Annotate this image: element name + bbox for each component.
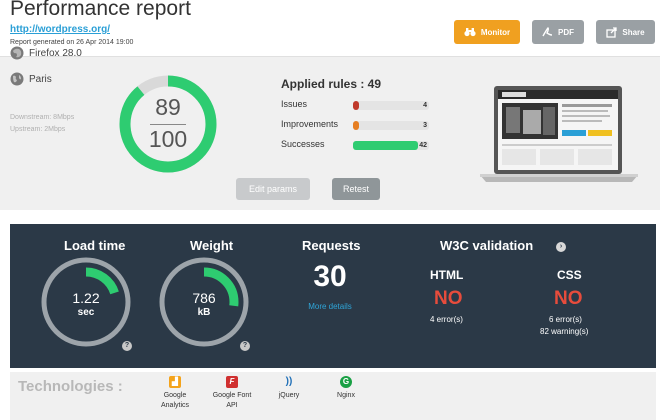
rule-row-improvements[interactable]: Improvements 3 — [281, 118, 431, 132]
pdf-icon — [542, 26, 553, 36]
load-time-value: 1.22 — [72, 290, 100, 306]
rule-label: Successes — [281, 139, 325, 149]
w3c-info-icon[interactable]: › — [556, 242, 566, 252]
jquery-icon: )) — [285, 376, 293, 387]
tech-name-line1: Google Font — [212, 392, 252, 399]
google-analytics-icon: ▟ — [169, 376, 181, 388]
load-time-title: Load time — [64, 238, 126, 253]
more-details-link[interactable]: More details — [300, 302, 360, 311]
monitor-button-label: Monitor — [480, 27, 511, 37]
html-error-count: 4 error(s) — [430, 315, 463, 324]
pdf-button-label: PDF — [558, 27, 574, 37]
score-divider — [150, 124, 186, 125]
rule-label: Improvements — [281, 119, 339, 129]
browser-name: Firefox 28.0 — [29, 47, 82, 59]
css-validation-status: NO — [554, 288, 583, 309]
css-validation-label: CSS — [557, 268, 582, 282]
rule-row-successes[interactable]: Successes 42 — [281, 138, 431, 152]
rule-count: 3 — [423, 122, 427, 129]
retest-button[interactable]: Retest — [332, 178, 380, 200]
requests-title: Requests — [302, 238, 361, 253]
rule-bar-fill — [353, 101, 360, 110]
location-info: Paris — [10, 72, 52, 86]
share-button-label: Share — [622, 27, 645, 37]
css-warning-count: 82 warning(s) — [540, 327, 589, 336]
globe-icon — [10, 72, 24, 86]
tech-item-google-analytics[interactable]: ▟ Google Analytics — [145, 376, 205, 411]
load-time-help-icon[interactable]: ? — [122, 341, 132, 351]
score-value: 89 — [155, 94, 181, 120]
html-validation-label: HTML — [430, 268, 464, 282]
share-button[interactable]: Share — [596, 20, 655, 44]
weight-unit: kB — [197, 307, 211, 318]
firefox-icon — [10, 46, 24, 60]
requests-count: 30 — [313, 260, 347, 293]
upstream-speed: Upstream: 2Mbps — [10, 126, 66, 133]
weight-title: Weight — [190, 238, 234, 253]
nginx-icon: G — [340, 376, 352, 388]
technologies-title: Technologies : — [18, 378, 123, 395]
rule-label: Issues — [281, 99, 308, 109]
edit-params-button[interactable]: Edit params — [236, 178, 310, 200]
load-time-unit: sec — [77, 307, 95, 318]
tech-name-line1: jQuery — [278, 392, 300, 399]
rule-row-issues[interactable]: Issues 4 — [281, 98, 431, 112]
binoculars-icon — [464, 28, 476, 37]
tech-name-line2: Analytics — [160, 402, 189, 409]
location-name: Paris — [29, 73, 52, 85]
tech-item-google-font-api[interactable]: F Google Font API — [202, 376, 262, 411]
page-title: Performance report — [10, 0, 191, 20]
tech-name-line2: API — [226, 402, 238, 409]
report-header: Performance report http://wordpress.org/… — [0, 0, 660, 56]
site-screenshot-thumbnail — [480, 86, 638, 182]
weight-value: 786 — [192, 290, 216, 306]
weight-help-icon[interactable]: ? — [240, 341, 250, 351]
report-url-link[interactable]: http://wordpress.org/ — [10, 24, 110, 35]
downstream-speed: Downstream: 8Mbps — [10, 114, 75, 121]
rule-count: 4 — [423, 102, 427, 109]
tech-item-nginx[interactable]: G Nginx — [316, 376, 376, 401]
browser-info: Firefox 28.0 — [10, 46, 82, 60]
rule-count: 42 — [419, 142, 427, 149]
rule-bar-fill — [353, 141, 419, 150]
pdf-button[interactable]: PDF — [532, 20, 584, 44]
share-icon — [606, 26, 618, 38]
rule-bar-track: 4 — [353, 101, 429, 110]
css-error-count: 6 error(s) — [549, 315, 582, 324]
rule-bar-track: 3 — [353, 121, 429, 130]
html-validation-status: NO — [434, 288, 463, 309]
score-max: 100 — [148, 126, 188, 152]
network-info: Downstream: 8Mbps Upstream: 2Mbps — [10, 112, 74, 136]
tech-item-jquery[interactable]: )) jQuery — [259, 376, 319, 401]
report-generated-date: Report generated on 26 Apr 2014 19:00 — [10, 39, 134, 46]
google-font-api-icon: F — [226, 376, 238, 388]
w3c-validation-title: W3C validation — [440, 238, 534, 253]
applied-rules-title: Applied rules : 49 — [281, 77, 382, 91]
technologies-bar: Technologies : ▟ Google Analytics F Goog… — [10, 372, 656, 420]
rule-bar-track: 42 — [353, 141, 429, 150]
monitor-button[interactable]: Monitor — [454, 20, 520, 44]
rule-bar-fill — [353, 121, 360, 130]
tech-name-line1: Nginx — [337, 392, 355, 399]
tech-name-line1: Google — [163, 392, 187, 399]
